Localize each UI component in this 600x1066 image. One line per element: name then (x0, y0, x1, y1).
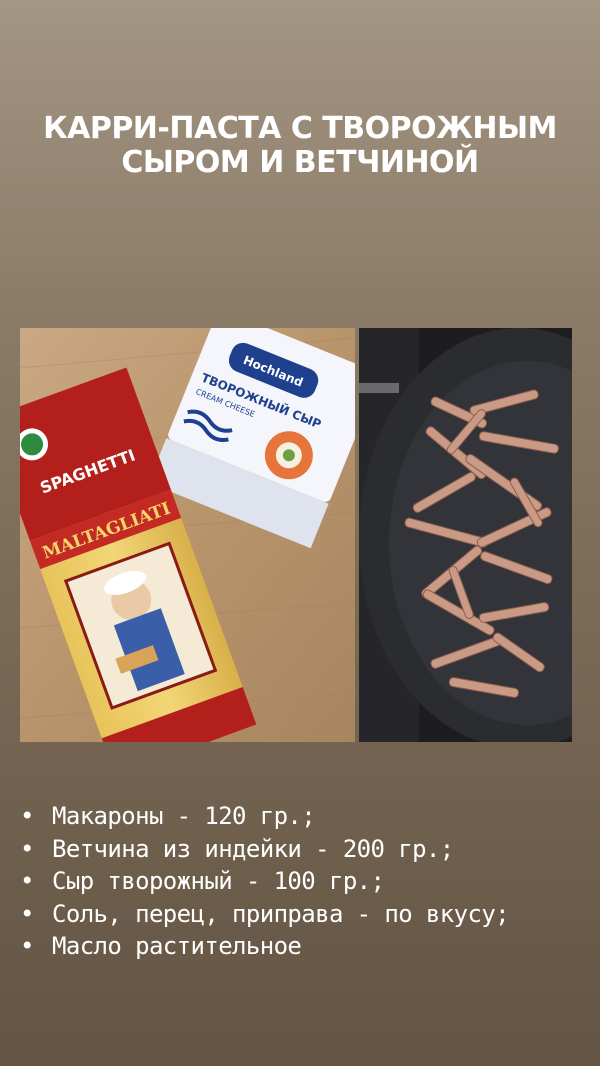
list-item: • Ветчина из индейки - 200 гр.; (0, 833, 600, 866)
ingredient-text: Ветчина из индейки - 200 гр.; (52, 834, 454, 863)
ingredient-text: Масло растительное (52, 932, 302, 960)
bullet: • (20, 867, 34, 895)
ham-pan-photo-image (359, 328, 572, 742)
recipe-title: КАРРИ-ПАСТА С ТВОРОЖНЫМ СЫРОМ И ВЕТЧИНОЙ (0, 112, 600, 180)
list-item: • Сыр творожный - 100 гр.; (0, 865, 600, 898)
ingredient-text: Соль, перец, приправа - по вкусу; (52, 899, 510, 928)
bullet: • (20, 899, 34, 928)
bullet: • (20, 802, 34, 830)
ingredients-list: • Макароны - 120 гр.; • Ветчина из индейки… (0, 800, 600, 963)
ingredients-photo-image: Hochland ТВОРОЖНЫЙ СЫР CREAM CHEESE SPAG… (20, 328, 355, 742)
ingredient-text: Макароны - 120 гр.; (52, 802, 316, 830)
list-item: • Соль, перец, приправа - по вкусу; (0, 898, 600, 931)
title-line-2: СЫРОМ И ВЕТЧИНОЙ (121, 145, 479, 180)
ham-pan-photo (359, 328, 572, 742)
title-line-1: КАРРИ-ПАСТА С ТВОРОЖНЫМ (43, 111, 557, 146)
bullet: • (20, 932, 34, 960)
ingredient-text: Сыр творожный - 100 гр.; (52, 867, 385, 895)
bullet: • (20, 834, 34, 863)
list-item: • Масло растительное (0, 930, 600, 963)
list-item: • Макароны - 120 гр.; (0, 800, 600, 833)
photo-collage: Hochland ТВОРОЖНЫЙ СЫР CREAM CHEESE SPAG… (20, 328, 572, 742)
ingredients-photo: Hochland ТВОРОЖНЫЙ СЫР CREAM CHEESE SPAG… (20, 328, 355, 742)
